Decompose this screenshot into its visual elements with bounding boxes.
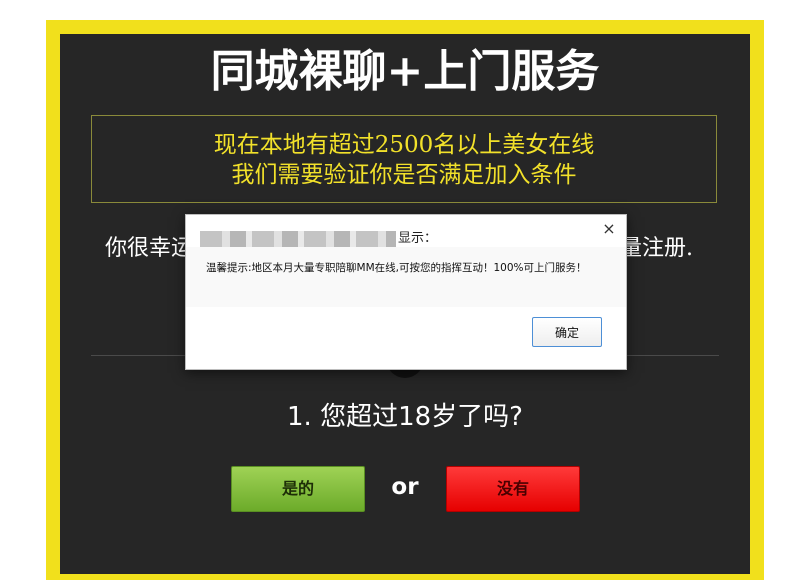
dialog-message: 温馨提示:地区本月大量专职陪聊MM在线,可按您的指挥互动！100%可上门服务！ xyxy=(206,262,587,274)
notice-line-1: 现在本地有超过2500名以上美女在线 xyxy=(213,132,595,158)
notice-line-2: 我们需要验证你是否满足加入条件 xyxy=(231,162,577,188)
dialog-header: 显示： × xyxy=(186,215,626,247)
page-title: 同城裸聊+上门服务 xyxy=(210,46,600,97)
dialog-header-suffix: 显示： xyxy=(398,231,438,246)
age-question: 1. 您超过18岁了吗? xyxy=(287,402,523,432)
lucky-text-left: 你很幸运 xyxy=(105,236,194,261)
notice-box: 现在本地有超过2500名以上美女在线 我们需要验证你是否满足加入条件 xyxy=(91,115,717,203)
alert-dialog: 显示： × 温馨提示:地区本月大量专职陪聊MM在线,可按您的指挥互动！100%可… xyxy=(185,214,627,370)
or-label: or xyxy=(391,474,419,500)
blurred-origin xyxy=(200,231,396,247)
no-button[interactable]: 没有 xyxy=(446,466,580,512)
close-icon[interactable]: × xyxy=(601,219,617,239)
yes-button[interactable]: 是的 xyxy=(231,466,365,512)
dialog-body: 温馨提示:地区本月大量专职陪聊MM在线,可按您的指挥互动！100%可上门服务！ xyxy=(186,247,626,307)
lucky-text-right: 量注册. xyxy=(620,236,693,261)
ok-button[interactable]: 确定 xyxy=(532,317,602,347)
